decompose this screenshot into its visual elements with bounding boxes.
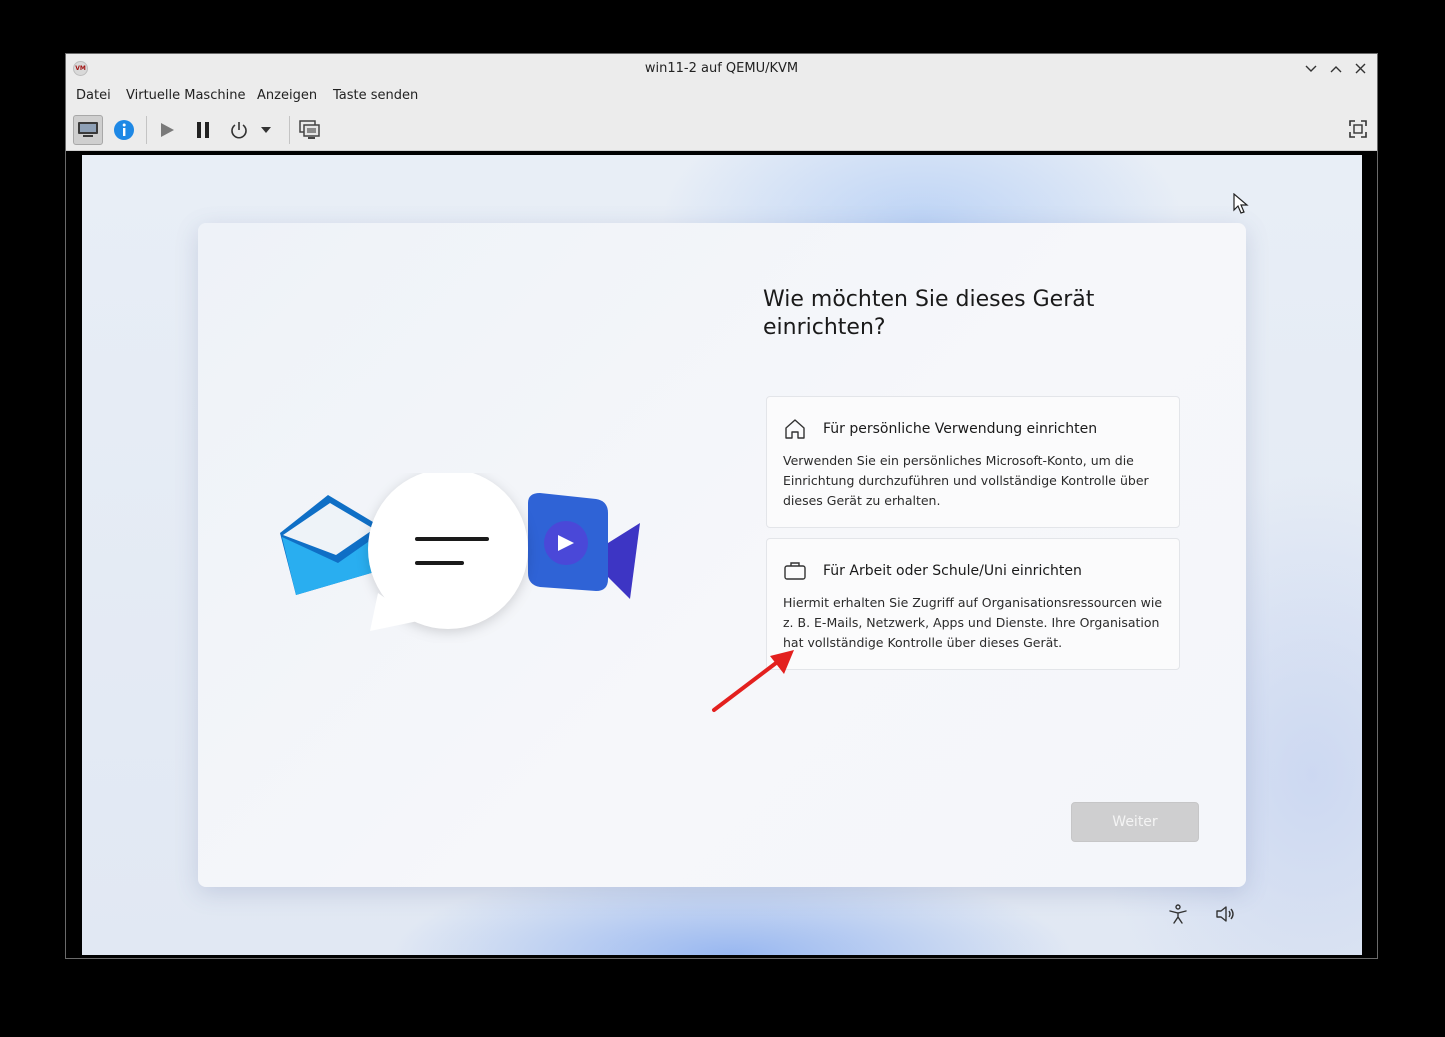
pause-button[interactable] (188, 115, 218, 145)
mouse-cursor-icon (1233, 193, 1249, 214)
option-description: Hiermit erhalten Sie Zugriff auf Organis… (783, 595, 1163, 650)
option-description: Verwenden Sie ein persönliches Microsoft… (783, 453, 1149, 508)
briefcase-icon (784, 562, 806, 580)
option-work-school[interactable]: Für Arbeit oder Schule/Uni einrichten Hi… (766, 538, 1180, 670)
play-icon (161, 123, 174, 137)
page-title: Wie möchten Sie dieses Gerät einrichten? (763, 287, 1095, 340)
power-icon (231, 122, 247, 139)
close-button[interactable] (1350, 58, 1371, 79)
option-title: Für persönliche Verwendung einrichten (823, 421, 1098, 437)
next-button[interactable]: Weiter (1071, 802, 1199, 842)
oobe-card: Wie möchten Sie dieses Gerät einrichten?… (198, 223, 1246, 887)
toolbar (66, 109, 1377, 151)
mail-icon (280, 495, 378, 595)
volume-icon[interactable] (1215, 903, 1237, 925)
communication-illustration (280, 473, 640, 631)
vm-window: VM win11-2 auf QEMU/KVM Datei Virtuelle … (65, 53, 1378, 959)
shutdown-button[interactable] (224, 115, 254, 145)
info-icon (114, 120, 134, 140)
run-button[interactable] (152, 115, 182, 145)
menu-virtuelle-maschine[interactable]: Virtuelle Maschine (126, 83, 245, 109)
snapshot-icon (299, 120, 320, 139)
video-icon (528, 493, 640, 599)
minimize-button[interactable] (1300, 58, 1321, 79)
menu-bar: Datei Virtuelle Maschine Anzeigen Taste … (66, 83, 1377, 109)
snapshots-button[interactable] (295, 115, 325, 145)
menu-taste-senden[interactable]: Taste senden (333, 83, 418, 109)
chat-bubble-icon (368, 473, 528, 631)
accessibility-icon[interactable] (1167, 903, 1189, 925)
monitor-icon (78, 122, 98, 137)
home-icon (785, 419, 805, 439)
guest-screen[interactable]: Wie möchten Sie dieses Gerät einrichten?… (82, 155, 1362, 955)
vm-console[interactable]: Wie möchten Sie dieses Gerät einrichten?… (66, 151, 1377, 958)
fullscreen-icon (1349, 120, 1367, 138)
maximize-button[interactable] (1325, 58, 1346, 79)
title-bar[interactable]: VM win11-2 auf QEMU/KVM (66, 54, 1377, 83)
option-personal-use[interactable]: Für persönliche Verwendung einrichten Ve… (766, 396, 1180, 528)
details-view-button[interactable] (109, 115, 139, 145)
option-title: Für Arbeit oder Schule/Uni einrichten (823, 563, 1082, 579)
chevron-up-icon (1330, 65, 1341, 72)
menu-datei[interactable]: Datei (76, 83, 111, 109)
fullscreen-button[interactable] (1349, 120, 1367, 142)
console-view-button[interactable] (73, 115, 103, 145)
shutdown-menu-button[interactable] (256, 115, 276, 145)
window-title: win11-2 auf QEMU/KVM (644, 61, 799, 76)
annotation-arrow-icon (712, 650, 794, 712)
dropdown-icon (261, 127, 271, 133)
close-icon (1355, 63, 1366, 74)
chevron-down-icon (1305, 65, 1316, 72)
pause-icon (197, 122, 209, 138)
menu-anzeigen[interactable]: Anzeigen (257, 83, 317, 109)
